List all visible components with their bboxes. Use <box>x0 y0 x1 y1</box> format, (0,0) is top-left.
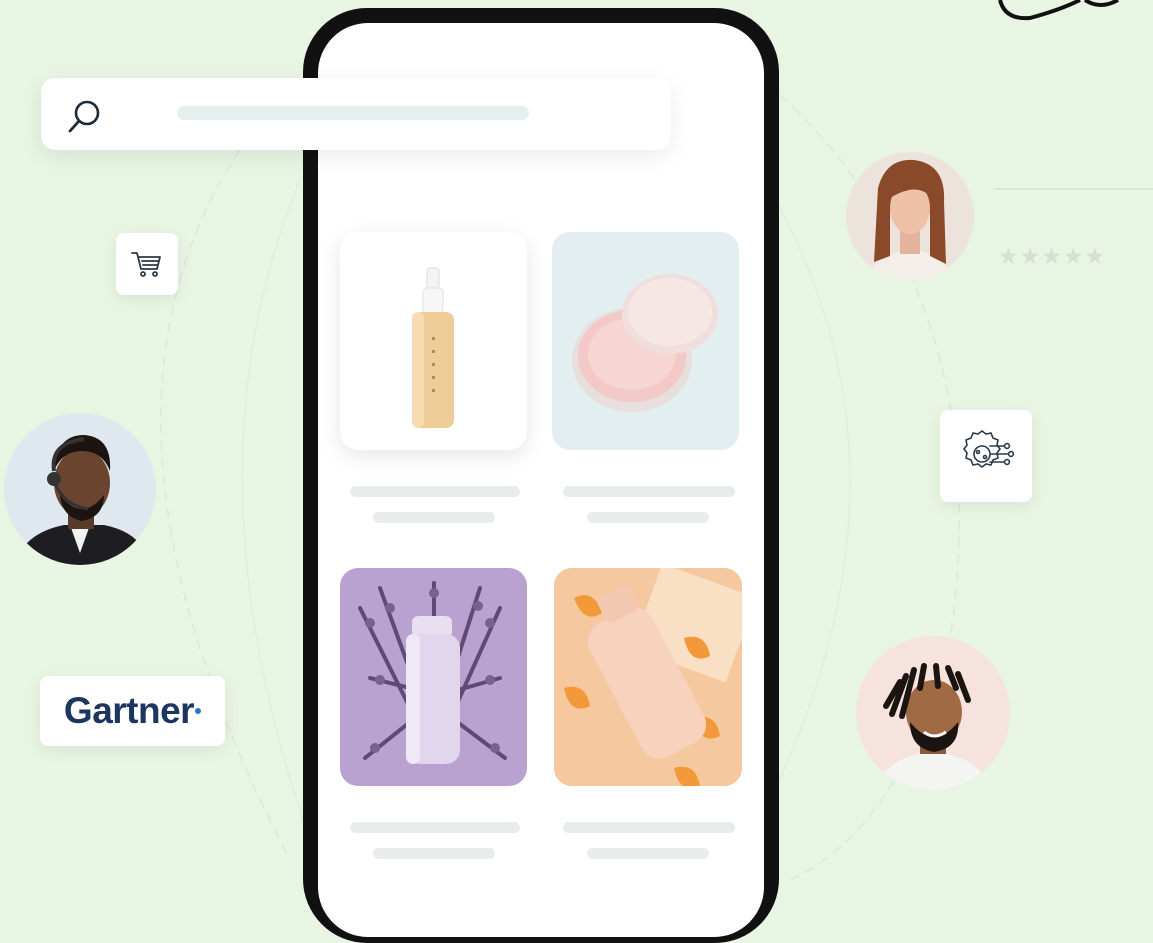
product-title-placeholder <box>563 822 735 833</box>
product-title-placeholder <box>350 486 520 497</box>
product-price-placeholder <box>587 848 709 859</box>
avatar-smiling-man <box>856 636 1010 790</box>
product-card-lavender-lotion[interactable] <box>340 568 527 786</box>
gartner-logo: Gartner <box>63 690 195 731</box>
product-title-placeholder <box>350 822 520 833</box>
avatar-reviewer-woman <box>846 152 974 280</box>
review-title-placeholder <box>995 188 1153 190</box>
gartner-logo-dot <box>195 708 202 714</box>
search-bar[interactable] <box>41 78 671 150</box>
cart-badge <box>116 233 178 295</box>
partial-logo-outline <box>998 0 1119 21</box>
product-card-cream-jar[interactable] <box>552 232 739 450</box>
search-icon <box>65 96 107 143</box>
gartner-logo-badge: Gartner <box>40 676 225 746</box>
phone-screen <box>318 23 764 937</box>
ai-badge <box>940 410 1032 502</box>
rating-stars: ★★★★★ <box>998 244 1107 270</box>
product-price-placeholder <box>373 512 495 523</box>
product-title-placeholder <box>563 486 735 497</box>
product-price-placeholder <box>587 512 709 523</box>
product-price-placeholder <box>373 848 495 859</box>
avatar-support-agent <box>4 413 156 565</box>
product-card-spray-bottle[interactable] <box>340 232 527 450</box>
product-card-peach-lotion[interactable] <box>554 568 742 786</box>
search-placeholder-bar <box>177 106 529 120</box>
